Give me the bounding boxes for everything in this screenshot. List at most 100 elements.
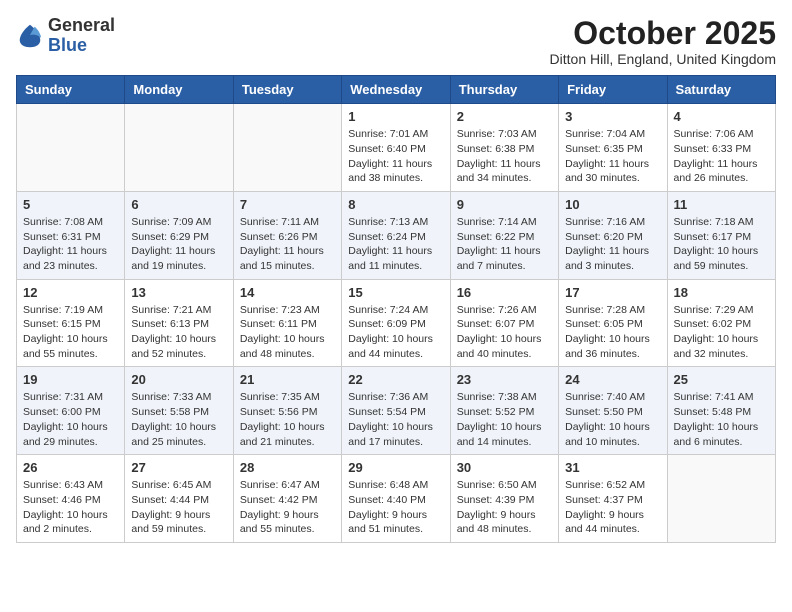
cell-content: Sunrise: 7:24 AM Sunset: 6:09 PM Dayligh… bbox=[348, 303, 443, 362]
cell-content: Sunrise: 7:23 AM Sunset: 6:11 PM Dayligh… bbox=[240, 303, 335, 362]
day-number: 12 bbox=[23, 285, 118, 300]
calendar-cell: 17 Sunrise: 7:28 AM Sunset: 6:05 PM Dayli… bbox=[559, 279, 667, 367]
logo: General Blue bbox=[16, 16, 115, 56]
cell-content: Sunrise: 7:16 AM Sunset: 6:20 PM Dayligh… bbox=[565, 215, 660, 274]
weekday-header-wednesday: Wednesday bbox=[342, 76, 450, 104]
day-number: 2 bbox=[457, 109, 552, 124]
cell-content: Sunrise: 7:13 AM Sunset: 6:24 PM Dayligh… bbox=[348, 215, 443, 274]
calendar-cell: 19Sunrise: 7:31 AM Sunset: 6:00 PM Dayli… bbox=[17, 367, 125, 455]
weekday-header-saturday: Saturday bbox=[667, 76, 775, 104]
calendar-cell: 15 Sunrise: 7:24 AM Sunset: 6:09 PM Dayli… bbox=[342, 279, 450, 367]
calendar-cell: 29Sunrise: 6:48 AM Sunset: 4:40 PM Dayli… bbox=[342, 455, 450, 543]
cell-content: Sunrise: 7:41 AM Sunset: 5:48 PM Dayligh… bbox=[674, 390, 769, 449]
day-number: 24 bbox=[565, 372, 660, 387]
day-number: 17 bbox=[565, 285, 660, 300]
day-number: 25 bbox=[674, 372, 769, 387]
day-number: 22 bbox=[348, 372, 443, 387]
cell-content: Sunrise: 7:01 AM Sunset: 6:40 PM Dayligh… bbox=[348, 127, 443, 186]
calendar-cell: 6 Sunrise: 7:09 AM Sunset: 6:29 PM Daylig… bbox=[125, 191, 233, 279]
calendar-cell: 21 Sunrise: 7:35 AM Sunset: 5:56 PM Dayli… bbox=[233, 367, 341, 455]
calendar-cell: 3 Sunrise: 7:04 AM Sunset: 6:35 PM Daylig… bbox=[559, 104, 667, 192]
calendar-cell bbox=[233, 104, 341, 192]
cell-content: Sunrise: 7:33 AM Sunset: 5:58 PM Dayligh… bbox=[131, 390, 226, 449]
cell-content: Sunrise: 7:28 AM Sunset: 6:05 PM Dayligh… bbox=[565, 303, 660, 362]
calendar-cell: 12 Sunrise: 7:19 AM Sunset: 6:15 PM Dayli… bbox=[17, 279, 125, 367]
day-number: 4 bbox=[674, 109, 769, 124]
calendar-header: SundayMondayTuesdayWednesdayThursdayFrid… bbox=[17, 76, 776, 104]
calendar-cell: 2 Sunrise: 7:03 AM Sunset: 6:38 PM Daylig… bbox=[450, 104, 558, 192]
day-number: 13 bbox=[131, 285, 226, 300]
day-number: 11 bbox=[674, 197, 769, 212]
day-number: 14 bbox=[240, 285, 335, 300]
day-number: 15 bbox=[348, 285, 443, 300]
day-number: 30 bbox=[457, 460, 552, 475]
day-number: 16 bbox=[457, 285, 552, 300]
calendar-cell: 28 Sunrise: 6:47 AM Sunset: 4:42 PM Dayli… bbox=[233, 455, 341, 543]
cell-content: Sunrise: 7:31 AM Sunset: 6:00 PM Dayligh… bbox=[23, 390, 118, 449]
cell-content: Sunrise: 7:40 AM Sunset: 5:50 PM Dayligh… bbox=[565, 390, 660, 449]
day-number: 3 bbox=[565, 109, 660, 124]
calendar-week-row: 26 Sunrise: 6:43 AM Sunset: 4:46 PM Dayli… bbox=[17, 455, 776, 543]
day-number: 28 bbox=[240, 460, 335, 475]
cell-content: Sunrise: 6:52 AM Sunset: 4:37 PM Dayligh… bbox=[565, 478, 660, 537]
cell-content: Sunrise: 7:08 AM Sunset: 6:31 PM Dayligh… bbox=[23, 215, 118, 274]
cell-content: Sunrise: 7:14 AM Sunset: 6:22 PM Dayligh… bbox=[457, 215, 552, 274]
cell-content: Sunrise: 6:48 AM Sunset: 4:40 PM Dayligh… bbox=[348, 478, 443, 537]
day-number: 21 bbox=[240, 372, 335, 387]
calendar-cell: 11Sunrise: 7:18 AM Sunset: 6:17 PM Dayli… bbox=[667, 191, 775, 279]
calendar-cell: 24 Sunrise: 7:40 AM Sunset: 5:50 PM Dayli… bbox=[559, 367, 667, 455]
day-number: 7 bbox=[240, 197, 335, 212]
calendar-cell: 31Sunrise: 6:52 AM Sunset: 4:37 PM Dayli… bbox=[559, 455, 667, 543]
calendar-cell: 1 Sunrise: 7:01 AM Sunset: 6:40 PM Daylig… bbox=[342, 104, 450, 192]
calendar-cell: 7Sunrise: 7:11 AM Sunset: 6:26 PM Daylig… bbox=[233, 191, 341, 279]
weekday-header-thursday: Thursday bbox=[450, 76, 558, 104]
weekday-header-sunday: Sunday bbox=[17, 76, 125, 104]
calendar-cell bbox=[125, 104, 233, 192]
cell-content: Sunrise: 6:50 AM Sunset: 4:39 PM Dayligh… bbox=[457, 478, 552, 537]
calendar-cell: 20 Sunrise: 7:33 AM Sunset: 5:58 PM Dayli… bbox=[125, 367, 233, 455]
day-number: 6 bbox=[131, 197, 226, 212]
day-number: 20 bbox=[131, 372, 226, 387]
weekday-header-monday: Monday bbox=[125, 76, 233, 104]
cell-content: Sunrise: 7:04 AM Sunset: 6:35 PM Dayligh… bbox=[565, 127, 660, 186]
cell-content: Sunrise: 7:19 AM Sunset: 6:15 PM Dayligh… bbox=[23, 303, 118, 362]
logo-text: General Blue bbox=[48, 16, 115, 56]
cell-content: Sunrise: 6:43 AM Sunset: 4:46 PM Dayligh… bbox=[23, 478, 118, 537]
weekday-header-tuesday: Tuesday bbox=[233, 76, 341, 104]
calendar-cell: 8 Sunrise: 7:13 AM Sunset: 6:24 PM Daylig… bbox=[342, 191, 450, 279]
day-number: 5 bbox=[23, 197, 118, 212]
calendar-body: 1 Sunrise: 7:01 AM Sunset: 6:40 PM Daylig… bbox=[17, 104, 776, 543]
calendar-cell: 26 Sunrise: 6:43 AM Sunset: 4:46 PM Dayli… bbox=[17, 455, 125, 543]
calendar-cell bbox=[667, 455, 775, 543]
cell-content: Sunrise: 6:47 AM Sunset: 4:42 PM Dayligh… bbox=[240, 478, 335, 537]
cell-content: Sunrise: 7:03 AM Sunset: 6:38 PM Dayligh… bbox=[457, 127, 552, 186]
cell-content: Sunrise: 7:38 AM Sunset: 5:52 PM Dayligh… bbox=[457, 390, 552, 449]
page-header: General Blue October 2025 Ditton Hill, E… bbox=[16, 16, 776, 67]
calendar: SundayMondayTuesdayWednesdayThursdayFrid… bbox=[16, 75, 776, 543]
day-number: 18 bbox=[674, 285, 769, 300]
calendar-cell: 27 Sunrise: 6:45 AM Sunset: 4:44 PM Dayli… bbox=[125, 455, 233, 543]
day-number: 1 bbox=[348, 109, 443, 124]
calendar-week-row: 19Sunrise: 7:31 AM Sunset: 6:00 PM Dayli… bbox=[17, 367, 776, 455]
cell-content: Sunrise: 7:06 AM Sunset: 6:33 PM Dayligh… bbox=[674, 127, 769, 186]
day-number: 26 bbox=[23, 460, 118, 475]
day-number: 27 bbox=[131, 460, 226, 475]
title-area: October 2025 Ditton Hill, England, Unite… bbox=[550, 16, 776, 67]
calendar-cell: 4 Sunrise: 7:06 AM Sunset: 6:33 PM Daylig… bbox=[667, 104, 775, 192]
cell-content: Sunrise: 7:29 AM Sunset: 6:02 PM Dayligh… bbox=[674, 303, 769, 362]
calendar-cell: 18 Sunrise: 7:29 AM Sunset: 6:02 PM Dayli… bbox=[667, 279, 775, 367]
calendar-cell: 22Sunrise: 7:36 AM Sunset: 5:54 PM Dayli… bbox=[342, 367, 450, 455]
calendar-cell: 25 Sunrise: 7:41 AM Sunset: 5:48 PM Dayli… bbox=[667, 367, 775, 455]
cell-content: Sunrise: 7:09 AM Sunset: 6:29 PM Dayligh… bbox=[131, 215, 226, 274]
calendar-cell: 23Sunrise: 7:38 AM Sunset: 5:52 PM Dayli… bbox=[450, 367, 558, 455]
day-number: 8 bbox=[348, 197, 443, 212]
month-title: October 2025 bbox=[550, 16, 776, 51]
calendar-week-row: 5 Sunrise: 7:08 AM Sunset: 6:31 PM Daylig… bbox=[17, 191, 776, 279]
calendar-cell: 10Sunrise: 7:16 AM Sunset: 6:20 PM Dayli… bbox=[559, 191, 667, 279]
calendar-cell bbox=[17, 104, 125, 192]
location: Ditton Hill, England, United Kingdom bbox=[550, 51, 776, 67]
calendar-cell: 13Sunrise: 7:21 AM Sunset: 6:13 PM Dayli… bbox=[125, 279, 233, 367]
weekday-header-row: SundayMondayTuesdayWednesdayThursdayFrid… bbox=[17, 76, 776, 104]
cell-content: Sunrise: 6:45 AM Sunset: 4:44 PM Dayligh… bbox=[131, 478, 226, 537]
cell-content: Sunrise: 7:35 AM Sunset: 5:56 PM Dayligh… bbox=[240, 390, 335, 449]
